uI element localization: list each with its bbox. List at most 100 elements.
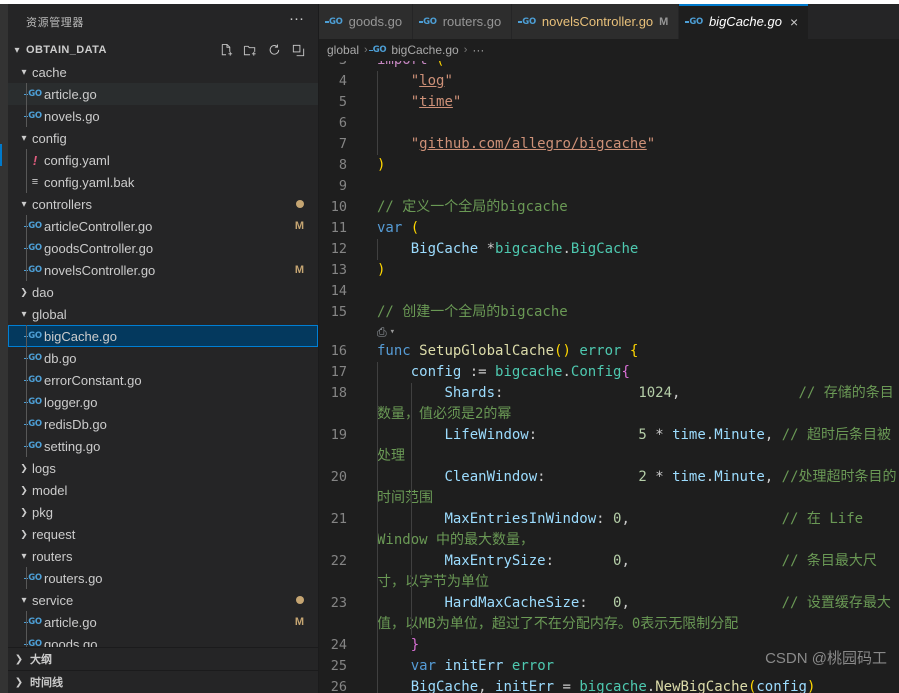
code-text: "log" [363,71,899,92]
tree-folder-config[interactable]: ▾ config [8,127,318,149]
tree-file-routers-go[interactable]: GO routers.go [8,567,318,589]
code-line[interactable]: 11 var ( [319,218,899,239]
code-line[interactable]: 24 } [319,635,899,656]
tree-folder-request[interactable]: ❯ request [8,523,318,545]
tree-file-article-go[interactable]: GO article.go M [8,611,318,633]
activity-bar[interactable] [0,4,8,693]
go-icon: GO [24,639,42,647]
code-line[interactable]: 6 [319,113,899,134]
tree-folder-service[interactable]: ▾ service [8,589,318,611]
tree-file-config-yaml[interactable]: ! config.yaml [8,149,318,171]
code-line[interactable]: 19 LifeWindow: 5 * time.Minute, // 超时后条目… [319,425,899,467]
code-editor[interactable]: 3import (4 "log"5 "time"67 "github.com/a… [319,61,899,693]
new-folder-icon[interactable] [243,43,258,58]
tree-folder-cache[interactable]: ▾ cache [8,61,318,83]
code-line[interactable]: 15 // 创建一个全局的bigcache [319,302,899,323]
tree-file-config-yaml-bak[interactable]: ≡ config.yaml.bak [8,171,318,193]
code-content[interactable]: 3import (4 "log"5 "time"67 "github.com/a… [319,61,899,693]
go-icon: GO [24,397,42,407]
code-line[interactable]: 10 // 定义一个全局的bigcache [319,197,899,218]
indent-guide [26,369,27,391]
editor-tab-bar[interactable]: GO goods.go GO routers.go GO novelsController… [319,4,899,39]
sidebar-more-actions-icon[interactable]: ··· [289,11,312,30]
editor-tab-bigcache-go[interactable]: GO bigCache.go × [679,4,810,39]
tree-item-label: article.go [44,614,97,630]
go-icon: GO [24,265,42,275]
tree-folder-global[interactable]: ▾ global [8,303,318,325]
editor-tab-routers-go[interactable]: GO routers.go [413,4,513,39]
breadcrumb-item-file[interactable]: GO bigCache.go [368,43,459,57]
code-line[interactable]: 3import ( [319,61,899,71]
code-line[interactable]: 12 BigCache *bigcache.BigCache [319,239,899,260]
tree-file-setting-go[interactable]: GO setting.go [8,435,318,457]
code-line[interactable]: 13) [319,260,899,281]
tree-file-errorconstant-go[interactable]: GO errorConstant.go [8,369,318,391]
tree-file-novels-go[interactable]: GO novels.go [8,105,318,127]
tree-file-novelscontroller-go[interactable]: GO novelsController.go M [8,259,318,281]
explorer-sidebar: 资源管理器 ··· ▾ OBTAIN_DATA ▾ cache GO artic… [8,4,319,693]
code-line[interactable]: 16 func SetupGlobalCache() error { [319,341,899,362]
line-number: 22 [330,553,347,569]
new-file-icon[interactable] [219,43,234,58]
tree-file-goods-go[interactable]: GO goods.go [8,633,318,647]
go-icon: GO [419,16,437,27]
line-number: 21 [330,511,347,527]
chevron-right-icon: ❯ [20,506,28,517]
code-line[interactable]: 8) [319,155,899,176]
editor-tab-goods-go[interactable]: GO goods.go [319,4,414,39]
code-line[interactable]: 14 [319,281,899,302]
code-text: var initErr error [363,656,899,677]
tree-folder-controllers[interactable]: ▾ controllers [8,193,318,215]
code-line[interactable]: 25 var initErr error [319,656,899,677]
code-line[interactable]: 7 "github.com/allegro/bigcache" [319,134,899,155]
refresh-icon[interactable] [267,43,282,58]
breadcrumb-item-folder[interactable]: global [327,43,359,57]
tree-file-logger-go[interactable]: GO logger.go [8,391,318,413]
code-text: BigCache *bigcache.BigCache [363,239,899,260]
file-tree[interactable]: ▾ cache GO article.go GO novels.go ▾ config! con… [8,61,318,647]
tree-folder-routers[interactable]: ▾ routers [8,545,318,567]
tree-item-label: service [32,592,74,608]
tree-file-redisdb-go[interactable]: GO redisDb.go [8,413,318,435]
codelens-run-test[interactable]: ⎙ ▾ [319,323,899,341]
code-line[interactable]: 4 "log" [319,71,899,92]
sidebar-section-outline[interactable]: ❯ 大纲 [8,647,318,670]
code-text: LifeWindow: 5 * time.Minute, // 超时后条目被处理 [363,425,899,467]
chevron-down-icon: ▾ [21,132,27,144]
chevron-down-icon[interactable]: ▾ [390,322,395,343]
tree-folder-pkg[interactable]: ❯ pkg [8,501,318,523]
indent-guide [410,593,412,635]
line-number: 18 [330,385,347,401]
breadcrumb[interactable]: global › GO bigCache.go › ··· [319,39,899,61]
tree-file-article-go[interactable]: GO article.go [8,83,318,105]
code-line[interactable]: 20 CleanWindow: 2 * time.Minute, //处理超时条… [319,467,899,509]
tree-folder-dao[interactable]: ❯ dao [8,281,318,303]
code-line[interactable]: 5 "time" [319,92,899,113]
indent-guide [377,71,378,92]
tree-folder-logs[interactable]: ❯ logs [8,457,318,479]
go-icon: GO [325,16,343,27]
breadcrumb-file-label: bigCache.go [391,43,459,57]
go-icon: GO [685,16,703,27]
collapse-all-icon[interactable] [291,43,306,58]
tree-file-goodscontroller-go[interactable]: GO goodsController.go [8,237,318,259]
git-status-badge: M [294,264,304,276]
code-line[interactable]: 26 BigCache, initErr = bigcache.NewBigCa… [319,677,899,693]
line-number: 20 [330,469,347,485]
code-line[interactable]: 23 HardMaxCacheSize: 0, // 设置缓存最大值，以MB为单… [319,593,899,635]
code-line[interactable]: 18 Shards: 1024, // 存储的条目数量，值必须是2的幂 [319,383,899,425]
code-line[interactable]: 17 config := bigcache.Config{ [319,362,899,383]
breadcrumb-item-more[interactable]: ··· [472,43,484,57]
explorer-root-folder-header[interactable]: ▾ OBTAIN_DATA [8,39,318,61]
tree-file-articlecontroller-go[interactable]: GO articleController.go M [8,215,318,237]
tree-folder-model[interactable]: ❯ model [8,479,318,501]
sidebar-section-timeline[interactable]: ❯ 时间线 [8,670,318,693]
close-icon[interactable]: × [790,15,798,29]
tree-file-db-go[interactable]: GO db.go [8,347,318,369]
code-line[interactable]: 9 [319,176,899,197]
go-run-icon[interactable]: ⎙ [377,322,387,343]
tree-file-bigcache-go[interactable]: GO bigCache.go [8,325,318,347]
editor-tab-novelscontroller-go[interactable]: GO novelsController.go M [512,4,680,39]
code-line[interactable]: 22 MaxEntrySize: 0, // 条目最大尺寸，以字节为单位 [319,551,899,593]
code-line[interactable]: 21 MaxEntriesInWindow: 0, // 在 Life Wind… [319,509,899,551]
